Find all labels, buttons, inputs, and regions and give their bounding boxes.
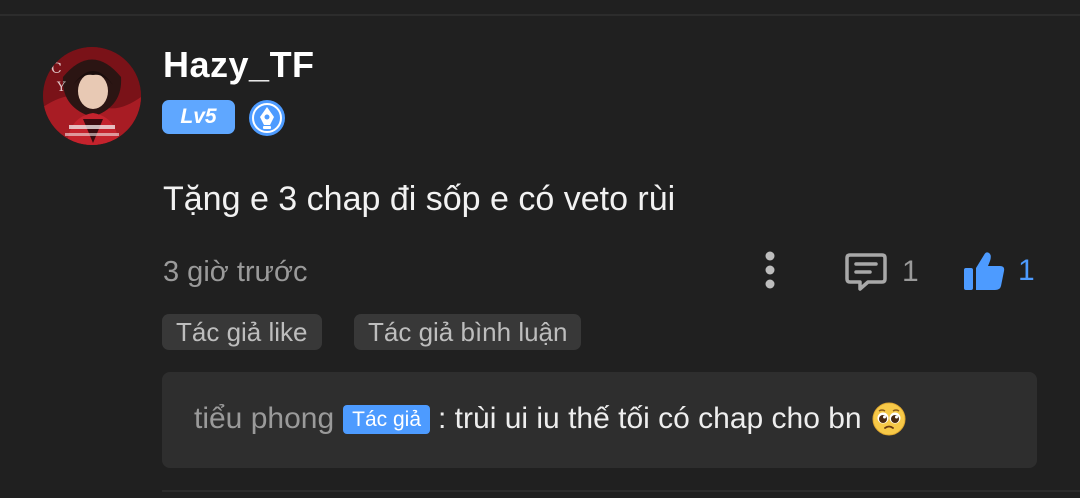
like-count: 1 <box>1018 254 1035 287</box>
reply-line: tiểu phong Tác giả : trùi ui iu thế tối … <box>194 402 906 436</box>
top-divider <box>0 14 1080 16</box>
reply-author[interactable]: tiểu phong <box>194 402 334 436</box>
like-button[interactable]: 1 <box>962 247 1035 295</box>
reply-text: : trùi ui iu thế tối có chap cho bn <box>438 402 862 435</box>
author-commented-tag: Tác giả bình luận <box>354 314 582 350</box>
reply-preview[interactable]: tiểu phong Tác giả : trùi ui iu thế tối … <box>162 372 1037 468</box>
avatar[interactable]: C Y <box>43 47 141 145</box>
reply-button[interactable]: 1 <box>844 250 919 294</box>
reply-count: 1 <box>902 255 919 288</box>
more-options-button[interactable] <box>752 250 788 292</box>
thumbs-up-icon <box>964 252 1005 290</box>
more-vertical-icon <box>765 251 775 289</box>
author-liked-tag: Tác giả like <box>162 314 322 350</box>
comment-text: Tặng e 3 chap đi sốp e có veto rùi <box>163 180 676 218</box>
level-badge: Lv5 <box>162 100 235 134</box>
comment-timestamp: 3 giờ trước <box>163 256 308 288</box>
bottom-divider <box>162 490 1080 492</box>
comment-screen: C Y Hazy_TF Lv5 Tặng e 3 chap đi sốp e c… <box>0 0 1080 498</box>
svg-text:C: C <box>51 61 62 77</box>
author-badge: Tác giả <box>343 404 431 434</box>
username[interactable]: Hazy_TF <box>163 44 315 86</box>
svg-text:Y: Y <box>56 80 66 95</box>
comment-icon <box>845 253 887 291</box>
pleading-face-emoji-icon <box>872 402 906 436</box>
pen-nib-badge-icon <box>249 100 285 136</box>
